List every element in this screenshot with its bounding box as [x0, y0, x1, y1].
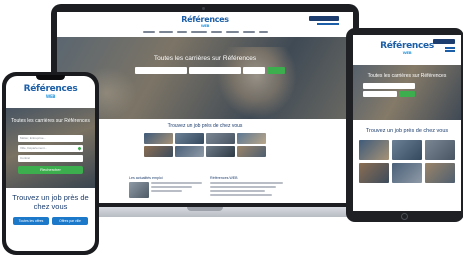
hero-title: Toutes les carrières sur Références	[11, 118, 90, 124]
location-pin-icon	[77, 146, 82, 151]
text-line	[210, 186, 276, 188]
city-tile[interactable]	[237, 146, 266, 157]
site-header: Références WEB	[57, 12, 353, 37]
account-button[interactable]	[433, 39, 455, 44]
nav-item[interactable]	[210, 30, 222, 33]
phone-website: Références WEB Toutes les carrières sur …	[6, 76, 95, 251]
nav-item[interactable]	[190, 30, 207, 33]
text-line	[151, 190, 182, 192]
nav-item[interactable]	[176, 30, 187, 33]
logo-wordmark: Références	[23, 84, 78, 94]
news-section: Les actualités emploi Références.WEB	[129, 176, 283, 198]
phone-notch	[36, 75, 65, 80]
nav-item[interactable]	[158, 30, 173, 33]
jobs-title: Trouvez un job près de chez vous	[365, 128, 449, 134]
city-tile[interactable]	[206, 146, 235, 157]
text-line	[151, 182, 202, 184]
location-input[interactable]	[363, 91, 397, 97]
laptop-website: Références WEB Toutes les carrières sur …	[57, 12, 353, 203]
hero-banner: Toutes les carrières sur Références	[57, 37, 353, 119]
tablet-device: Références WEB Toutes les carrières sur …	[346, 28, 463, 222]
city-tile[interactable]	[144, 146, 173, 157]
nav-item[interactable]	[258, 30, 268, 33]
jobs-title: Trouvez un job près de chez vous	[12, 193, 89, 211]
city-tile[interactable]	[175, 133, 204, 144]
jobs-tabs: Toutes les offres Offres par ville	[6, 217, 95, 225]
news-title: Les actualités emploi	[129, 176, 163, 180]
city-tiles	[57, 133, 353, 157]
header-link[interactable]	[317, 23, 339, 25]
about-title: Références.WEB	[210, 176, 238, 180]
city-tile[interactable]	[359, 140, 389, 160]
keyword-input[interactable]	[135, 67, 187, 74]
location-input[interactable]	[189, 67, 241, 74]
nav-item[interactable]	[242, 30, 255, 33]
city-tile[interactable]	[144, 133, 173, 144]
city-tile[interactable]	[359, 163, 389, 183]
keyword-input[interactable]	[363, 83, 415, 89]
site-header: Références WEB	[353, 35, 461, 65]
main-nav	[57, 29, 353, 34]
nav-item[interactable]	[142, 30, 155, 33]
laptop-camera	[202, 7, 205, 10]
menu-icon[interactable]	[445, 47, 455, 49]
city-tile[interactable]	[175, 146, 204, 157]
city-tiles	[353, 140, 461, 183]
tab-offers-by-city[interactable]: Offres par ville	[52, 217, 88, 225]
hero-search-bar	[363, 83, 415, 99]
device-mockup-stage: Références WEB Toutes les carrières sur …	[0, 0, 463, 257]
city-tile[interactable]	[392, 140, 422, 160]
location-placeholder: Ville, Département...	[20, 146, 48, 150]
location-input[interactable]: Ville, Département...	[18, 145, 83, 152]
tab-all-offers[interactable]: Toutes les offres	[13, 217, 49, 225]
site-logo[interactable]: Références WEB	[6, 84, 95, 99]
tablet-website: Références WEB Toutes les carrières sur …	[353, 35, 461, 211]
logo-tagline: WEB	[200, 24, 210, 28]
logo-tagline: WEB	[402, 50, 412, 55]
text-line	[210, 194, 273, 196]
jobs-section: Trouvez un job près de chez vous	[57, 119, 353, 157]
hero-search-bar	[135, 67, 285, 74]
hero-banner: Toutes les carrières sur Références Méti…	[6, 108, 95, 188]
search-button[interactable]	[399, 91, 415, 97]
nav-item[interactable]	[225, 30, 239, 33]
phone-device: Références WEB Toutes les carrières sur …	[2, 72, 99, 255]
about-column: Références.WEB	[210, 176, 283, 198]
text-line	[151, 186, 192, 188]
hero-banner: Toutes les carrières sur Références	[353, 65, 461, 120]
laptop-notch	[187, 207, 223, 211]
contract-select[interactable]	[243, 67, 265, 74]
hero-title: Toutes les carrières sur Références	[153, 55, 257, 62]
hero-title: Toutes les carrières sur Références	[367, 73, 447, 79]
site-header: Références WEB	[6, 76, 95, 108]
city-tile[interactable]	[392, 163, 422, 183]
keyword-input[interactable]: Métier, Entreprise...	[18, 135, 83, 142]
news-image[interactable]	[129, 182, 149, 198]
city-tile[interactable]	[206, 133, 235, 144]
search-button[interactable]	[267, 67, 285, 74]
jobs-title: Trouvez un job près de chez vous	[167, 123, 243, 129]
account-button[interactable]	[309, 16, 339, 21]
logo-tagline: WEB	[45, 94, 56, 99]
text-line	[210, 182, 283, 184]
city-tile[interactable]	[425, 163, 455, 183]
search-button[interactable]: Rechercher	[18, 166, 83, 174]
city-tile[interactable]	[237, 133, 266, 144]
contract-select[interactable]: Contrat	[18, 155, 83, 162]
news-column: Les actualités emploi	[129, 176, 202, 198]
text-line	[210, 190, 265, 192]
tablet-home-button	[401, 213, 408, 220]
city-tile[interactable]	[425, 140, 455, 160]
